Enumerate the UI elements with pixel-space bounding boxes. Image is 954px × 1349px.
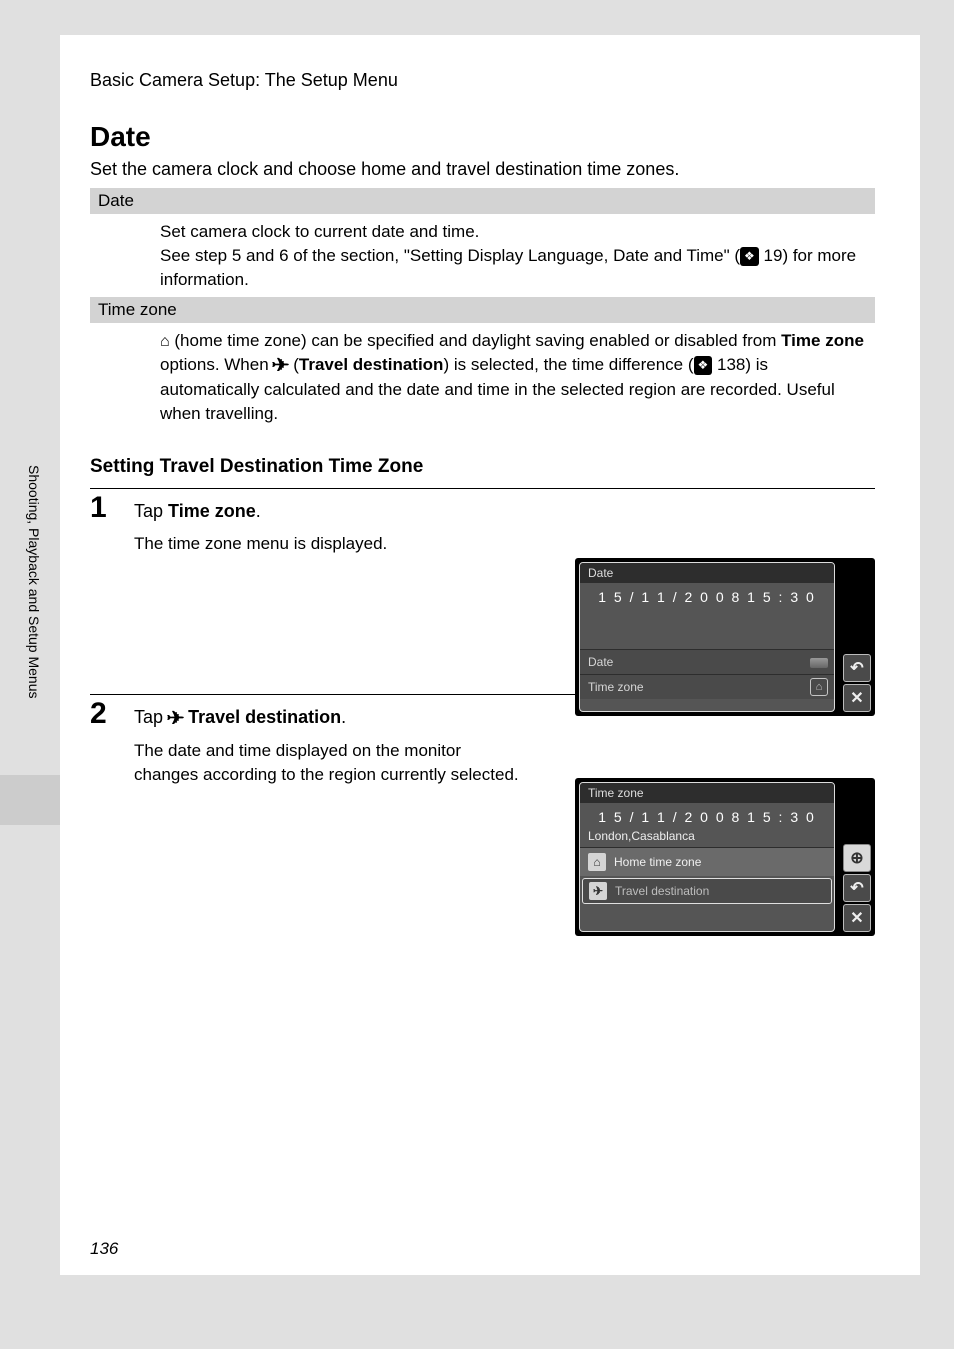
lcd2-row-travel[interactable]: ✈ Travel destination [582, 878, 832, 904]
bars-icon [810, 658, 828, 668]
s1-tb: Time zone [168, 501, 256, 521]
lcd1-row-date[interactable]: Date [580, 649, 834, 674]
page-ref-icon-2: ❖ [694, 356, 713, 375]
airplane-icon-row: ✈ [589, 882, 607, 900]
def-date-line2a: See step 5 and 6 of the section, "Settin… [160, 246, 740, 265]
side-tab-label: Shooting, Playback and Setup Menus [22, 465, 42, 775]
lcd2-right-pane: ⊕ ↶ ✕ [843, 782, 871, 932]
def-date-line1: Set camera clock to current date and tim… [160, 222, 479, 241]
lcd1-left-pane: Date 1 5 / 1 1 / 2 0 0 8 1 5 : 3 0 Date … [579, 562, 835, 712]
home-icon-row: ⌂ [588, 853, 606, 871]
close-button-2[interactable]: ✕ [843, 904, 871, 932]
lcd2-row-home[interactable]: ⌂ Home time zone [580, 847, 834, 876]
page-title: Date [90, 121, 875, 153]
lcd1-row-timezone[interactable]: Time zone ⌂ [580, 674, 834, 699]
lcd1-datetime: 1 5 / 1 1 / 2 0 0 8 1 5 : 3 0 [580, 583, 834, 649]
tz-t1: (home time zone) can be specified and da… [170, 331, 781, 350]
tz-t3: options. When [160, 355, 273, 374]
s2-ta: Tap [134, 707, 168, 727]
manual-page: Shooting, Playback and Setup Menus Basic… [60, 35, 920, 1275]
page-ref-icon: ❖ [740, 247, 759, 266]
definition-date-head: Date [90, 188, 875, 214]
airplane-icon-2: ✈ [167, 708, 185, 729]
definition-tz-body: ⌂ (home time zone) can be specified and … [90, 323, 875, 432]
lcd-screenshot-1: Date 1 5 / 1 1 / 2 0 0 8 1 5 : 3 0 Date … [575, 558, 875, 716]
lcd2-title: Time zone [580, 783, 834, 803]
lcd2-row2-label: Travel destination [615, 884, 709, 898]
lcd2-big: 1 5 / 1 1 / 2 0 0 8 1 5 : 3 0 London,Cas… [580, 803, 834, 847]
lcd1-row1-label: Date [588, 655, 613, 669]
globe-button[interactable]: ⊕ [843, 844, 871, 872]
back-button-2[interactable]: ↶ [843, 874, 871, 902]
lcd2-datetime: 1 5 / 1 1 / 2 0 0 8 1 5 : 3 0 [580, 809, 834, 825]
definition-timezone: Time zone ⌂ (home time zone) can be spec… [90, 297, 875, 432]
home-icon-small: ⌂ [810, 678, 828, 696]
sub-heading: Setting Travel Destination Time Zone [90, 456, 875, 478]
airplane-icon: ✈ [272, 353, 290, 378]
back-button[interactable]: ↶ [843, 654, 871, 682]
definition-date-body: Set camera clock to current date and tim… [90, 214, 875, 297]
side-tab: Shooting, Playback and Setup Menus [0, 465, 60, 825]
lcd2-left-pane: Time zone 1 5 / 1 1 / 2 0 0 8 1 5 : 3 0 … [579, 782, 835, 932]
intro-text: Set the camera clock and choose home and… [90, 159, 875, 180]
tz-t2: Time zone [781, 331, 864, 350]
close-button[interactable]: ✕ [843, 684, 871, 712]
lcd1-title: Date [580, 563, 834, 583]
lcd1-right-pane: ↶ ✕ [843, 562, 871, 712]
breadcrumb-heading: Basic Camera Setup: The Setup Menu [90, 70, 875, 91]
tz-t4: ( [289, 355, 299, 374]
home-icon: ⌂ [160, 331, 170, 353]
page-number: 136 [90, 1239, 118, 1259]
lcd-screenshot-2: Time zone 1 5 / 1 1 / 2 0 0 8 1 5 : 3 0 … [575, 778, 875, 936]
step-2-number: 2 [90, 697, 107, 731]
definition-tz-head: Time zone [90, 297, 875, 323]
tz-t5: Travel destination [299, 355, 444, 374]
s1-ta: Tap [134, 501, 168, 521]
step-2-body: The date and time displayed on the monit… [134, 739, 529, 787]
step-1-body: The time zone menu is displayed. [134, 532, 529, 556]
definition-date: Date Set camera clock to current date an… [90, 188, 875, 297]
lcd2-row1-label: Home time zone [614, 855, 701, 869]
s2-tc: . [341, 707, 346, 727]
step-1-number: 1 [90, 491, 107, 525]
s1-tc: . [256, 501, 261, 521]
tz-t6: ) is selected, the time difference ( [443, 355, 693, 374]
lcd2-location: London,Casablanca [580, 825, 834, 843]
lcd1-row2-label: Time zone [588, 680, 644, 694]
s2-tb: Travel destination [183, 707, 341, 727]
step-1-title: Tap Time zone. [134, 495, 875, 522]
